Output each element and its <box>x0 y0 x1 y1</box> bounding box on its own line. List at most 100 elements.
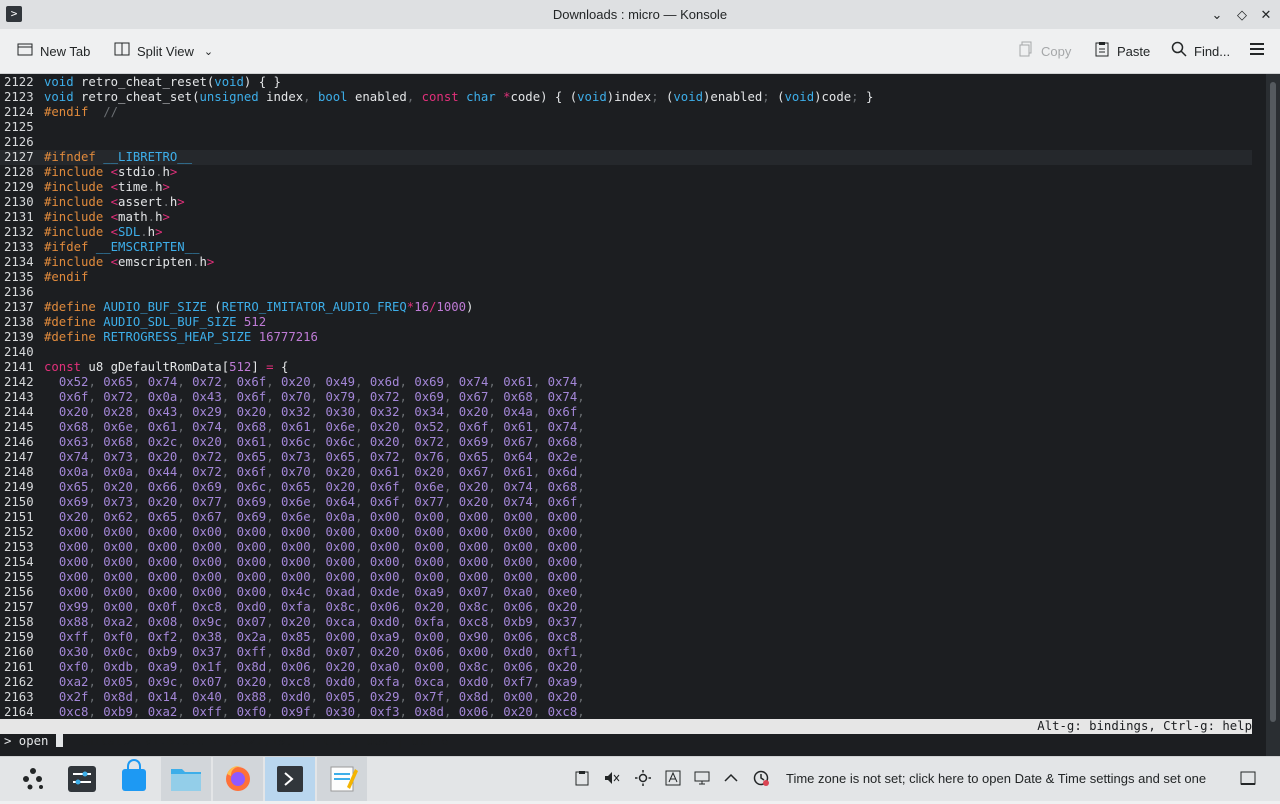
code-line[interactable]: 2160 0x30, 0x0c, 0xb9, 0x37, 0xff, 0x8d,… <box>0 645 592 660</box>
code-line[interactable]: 2157 0x99, 0x00, 0x0f, 0xc8, 0xd0, 0xfa,… <box>0 600 592 615</box>
code-line[interactable]: 2138 #define AUDIO_SDL_BUF_SIZE 512 <box>0 315 266 330</box>
command-text: > open <box>4 734 56 748</box>
status-file-info: retro-imitator-v1.6.6.c + (2127,19) | ft… <box>33 734 449 748</box>
code-line[interactable]: 2127 #ifndef __LIBRETRO__ <box>0 150 1252 165</box>
line-text: 0xff, 0xf0, 0xf2, 0x38, 0x2a, 0x85, 0x00… <box>58 630 593 644</box>
code-line[interactable]: 2146 0x63, 0x68, 0x2c, 0x20, 0x61, 0x6c,… <box>0 435 592 450</box>
line-text: 0x52, 0x65, 0x74, 0x72, 0x6f, 0x20, 0x49… <box>58 375 593 389</box>
dolphin-file-manager-task[interactable] <box>161 757 211 801</box>
scrollbar-thumb[interactable] <box>1270 82 1276 722</box>
code-line[interactable]: 2145 0x68, 0x6e, 0x61, 0x74, 0x68, 0x61,… <box>0 420 592 435</box>
line-text: 0x63, 0x68, 0x2c, 0x20, 0x61, 0x6c, 0x6c… <box>58 435 593 449</box>
minimize-button[interactable]: ⌄ <box>1207 5 1227 25</box>
code-line[interactable]: 2161 0xf0, 0xdb, 0xa9, 0x1f, 0x8d, 0x06,… <box>0 660 592 675</box>
code-line[interactable]: 2144 0x20, 0x28, 0x43, 0x29, 0x20, 0x32,… <box>0 405 592 420</box>
line-text: 0x0a, 0x0a, 0x44, 0x72, 0x6f, 0x70, 0x20… <box>58 465 593 479</box>
clipboard-icon[interactable] <box>573 770 591 790</box>
chevron-down-icon[interactable]: ⌄ <box>204 45 213 58</box>
close-button[interactable]: ✕ <box>1256 5 1276 25</box>
line-text: #include <assert.h> <box>44 195 185 209</box>
code-line[interactable]: 2139 #define RETROGRESS_HEAP_SIZE 1677721… <box>0 330 318 345</box>
line-number: 2127 <box>4 150 34 164</box>
editor-statusline: retro-imitator-v1.6.6.c + (2127,19) | ft… <box>0 719 1252 748</box>
show-hidden-icons-chevron-up-icon[interactable] <box>722 770 740 790</box>
code-line[interactable]: 2163 0x2f, 0x8d, 0x14, 0x40, 0x88, 0xd0,… <box>0 690 592 705</box>
code-line[interactable]: 2147 0x74, 0x73, 0x20, 0x72, 0x65, 0x73,… <box>0 450 592 465</box>
line-text: #include <SDL.h> <box>44 225 163 239</box>
code-line[interactable]: 2148 0x0a, 0x0a, 0x44, 0x72, 0x6f, 0x70,… <box>0 465 592 480</box>
code-line[interactable]: 2158 0x88, 0xa2, 0x08, 0x9c, 0x07, 0x20,… <box>0 615 592 630</box>
line-number: 2155 <box>4 570 34 584</box>
paste-icon <box>1093 41 1111 61</box>
line-text: 0x88, 0xa2, 0x08, 0x9c, 0x07, 0x20, 0xca… <box>58 615 593 629</box>
volume-muted-icon[interactable] <box>603 770 621 790</box>
command-prompt[interactable]: > open <box>4 734 63 749</box>
line-number: 2159 <box>4 630 34 644</box>
line-number: 2157 <box>4 600 34 614</box>
line-text: 0x69, 0x73, 0x20, 0x77, 0x69, 0x6e, 0x64… <box>58 495 593 509</box>
code-line[interactable]: 2136 <box>0 285 44 300</box>
code-line[interactable]: 2126 <box>0 135 44 150</box>
code-line[interactable]: 2122 void retro_cheat_reset(void) { } <box>0 75 281 90</box>
keyboard-layout-icon[interactable] <box>664 770 682 790</box>
show-desktop-icon[interactable] <box>1239 770 1257 790</box>
hamburger-menu-button[interactable] <box>1248 41 1266 61</box>
code-line[interactable]: 2155 0x00, 0x00, 0x00, 0x00, 0x00, 0x00,… <box>0 570 592 585</box>
konsole-task[interactable] <box>265 757 315 801</box>
line-number: 2129 <box>4 180 34 194</box>
code-line[interactable]: 2153 0x00, 0x00, 0x00, 0x00, 0x00, 0x00,… <box>0 540 592 555</box>
firefox-task[interactable] <box>213 757 263 801</box>
code-line[interactable]: 2162 0xa2, 0x05, 0x9c, 0x07, 0x20, 0xc8,… <box>0 675 592 690</box>
code-line[interactable]: 2134 #include <emscripten.h> <box>0 255 214 270</box>
find-button[interactable]: Find... <box>1170 41 1230 61</box>
code-line[interactable]: 2123 void retro_cheat_set(unsigned index,… <box>0 90 873 105</box>
line-text: 0x74, 0x73, 0x20, 0x72, 0x65, 0x73, 0x65… <box>58 450 593 464</box>
brightness-icon[interactable] <box>634 770 652 790</box>
code-line[interactable]: 2154 0x00, 0x00, 0x00, 0x00, 0x00, 0x00,… <box>0 555 592 570</box>
split-view-button[interactable]: Split View ⌄ <box>113 41 213 61</box>
code-line[interactable]: 2152 0x00, 0x00, 0x00, 0x00, 0x00, 0x00,… <box>0 525 592 540</box>
code-line[interactable]: 2133 #ifdef __EMSCRIPTEN__ <box>0 240 199 255</box>
code-line[interactable]: 2128 #include <stdio.h> <box>0 165 177 180</box>
timezone-notice[interactable]: Time zone is not set; click here to open… <box>786 771 1206 786</box>
line-number: 2161 <box>4 660 34 674</box>
terminal-view[interactable]: 2122 void retro_cheat_reset(void) { } 2123… <box>0 74 1266 756</box>
code-line[interactable]: 2131 #include <math.h> <box>0 210 170 225</box>
code-line[interactable]: 2150 0x69, 0x73, 0x20, 0x77, 0x69, 0x6e,… <box>0 495 592 510</box>
code-line[interactable]: 2142 0x52, 0x65, 0x74, 0x72, 0x6f, 0x20,… <box>0 375 592 390</box>
code-line[interactable]: 2125 <box>0 120 44 135</box>
discover-store-task[interactable] <box>109 757 159 801</box>
code-line[interactable]: 2135 #endif <box>0 270 88 285</box>
code-line[interactable]: 2140 <box>0 345 44 360</box>
copy-button[interactable]: Copy <box>1017 41 1071 61</box>
code-line[interactable]: 2132 #include <SDL.h> <box>0 225 162 240</box>
line-text: #include <stdio.h> <box>44 165 178 179</box>
code-line[interactable]: 2137 #define AUDIO_BUF_SIZE (RETRO_IMITAT… <box>0 300 473 315</box>
line-text: #include <math.h> <box>44 210 170 224</box>
application-launcher[interactable] <box>8 757 58 801</box>
code-line[interactable]: 2159 0xff, 0xf0, 0xf2, 0x38, 0x2a, 0x85,… <box>0 630 592 645</box>
code-line[interactable]: 2141 const u8 gDefaultRomData[512] = { <box>0 360 288 375</box>
clock-warning-icon[interactable] <box>752 770 770 790</box>
code-line[interactable]: 2124 #endif // <box>0 105 118 120</box>
line-text: #include <emscripten.h> <box>44 255 215 269</box>
new-tab-button[interactable]: New Tab <box>16 41 90 61</box>
code-line[interactable]: 2130 #include <assert.h> <box>0 195 185 210</box>
code-line[interactable]: 2151 0x20, 0x62, 0x65, 0x67, 0x69, 0x6e,… <box>0 510 592 525</box>
kwrite-task[interactable] <box>317 757 367 801</box>
code-line[interactable]: 2143 0x6f, 0x72, 0x0a, 0x43, 0x6f, 0x70,… <box>0 390 592 405</box>
maximize-button[interactable]: ◇ <box>1232 5 1252 25</box>
display-configuration-icon[interactable] <box>693 770 711 790</box>
system-settings-task[interactable] <box>57 757 107 801</box>
terminal-scrollbar[interactable] <box>1266 74 1280 756</box>
line-number: 2130 <box>4 195 34 209</box>
code-line[interactable]: 2156 0x00, 0x00, 0x00, 0x00, 0x00, 0x4c,… <box>0 585 592 600</box>
code-line[interactable]: 2129 #include <time.h> <box>0 180 170 195</box>
code-line[interactable]: 2149 0x65, 0x20, 0x66, 0x69, 0x6c, 0x65,… <box>0 480 592 495</box>
line-number: 2143 <box>4 390 34 404</box>
paste-button[interactable]: Paste <box>1093 41 1150 61</box>
line-text: #endif <box>44 270 89 284</box>
line-number: 2158 <box>4 615 34 629</box>
code-line[interactable]: 2164 0xc8, 0xb9, 0xa2, 0xff, 0xf0, 0x9f,… <box>0 705 592 720</box>
line-text: 0x00, 0x00, 0x00, 0x00, 0x00, 0x4c, 0xad… <box>58 585 593 599</box>
